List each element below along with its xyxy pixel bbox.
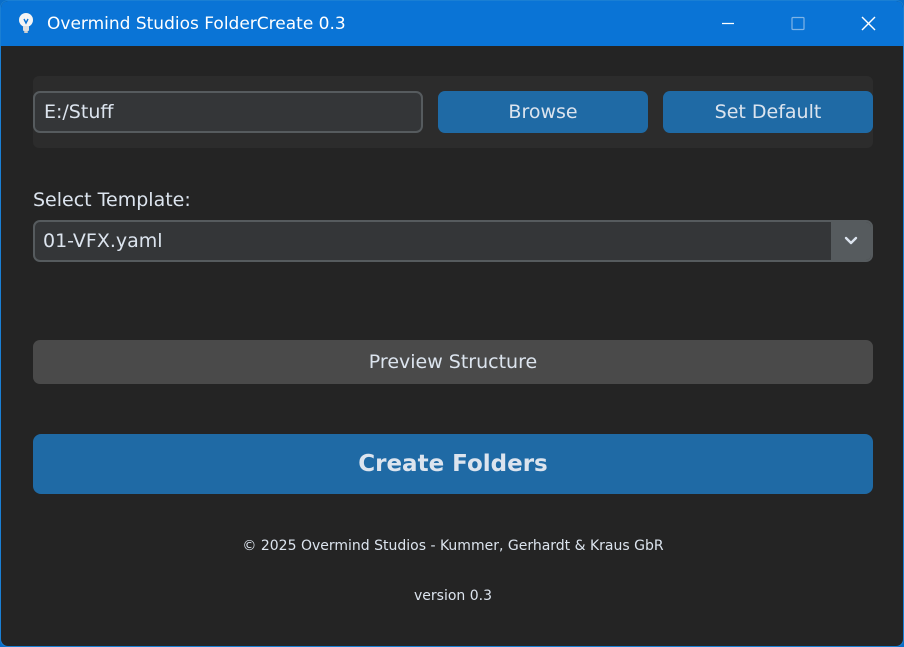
window-title: Overmind Studios FolderCreate 0.3	[47, 14, 346, 34]
maximize-icon	[791, 16, 805, 31]
lightbulb-icon	[15, 11, 37, 35]
set-default-button[interactable]: Set Default	[663, 91, 873, 133]
template-select-value: 01-VFX.yaml	[43, 230, 163, 252]
copyright-text: © 2025 Overmind Studios - Kummer, Gerhar…	[242, 538, 664, 554]
create-folders-button[interactable]: Create Folders	[33, 434, 873, 494]
preview-structure-button[interactable]: Preview Structure	[33, 340, 873, 384]
version-text: version 0.3	[414, 588, 492, 604]
close-icon	[861, 16, 876, 31]
maximize-button[interactable]	[763, 1, 833, 46]
template-label: Select Template:	[33, 189, 191, 211]
app-window: Overmind Studios FolderCreate 0.3 Browse…	[0, 0, 904, 647]
template-dropdown-button[interactable]	[831, 222, 871, 260]
title-bar[interactable]: Overmind Studios FolderCreate 0.3	[1, 1, 903, 46]
path-input[interactable]	[33, 91, 423, 133]
minimize-button[interactable]	[693, 1, 763, 46]
template-select[interactable]: 01-VFX.yaml	[33, 220, 873, 262]
minimize-icon	[722, 22, 734, 25]
close-button[interactable]	[833, 1, 903, 46]
chevron-down-icon	[844, 236, 858, 245]
browse-button[interactable]: Browse	[438, 91, 648, 133]
